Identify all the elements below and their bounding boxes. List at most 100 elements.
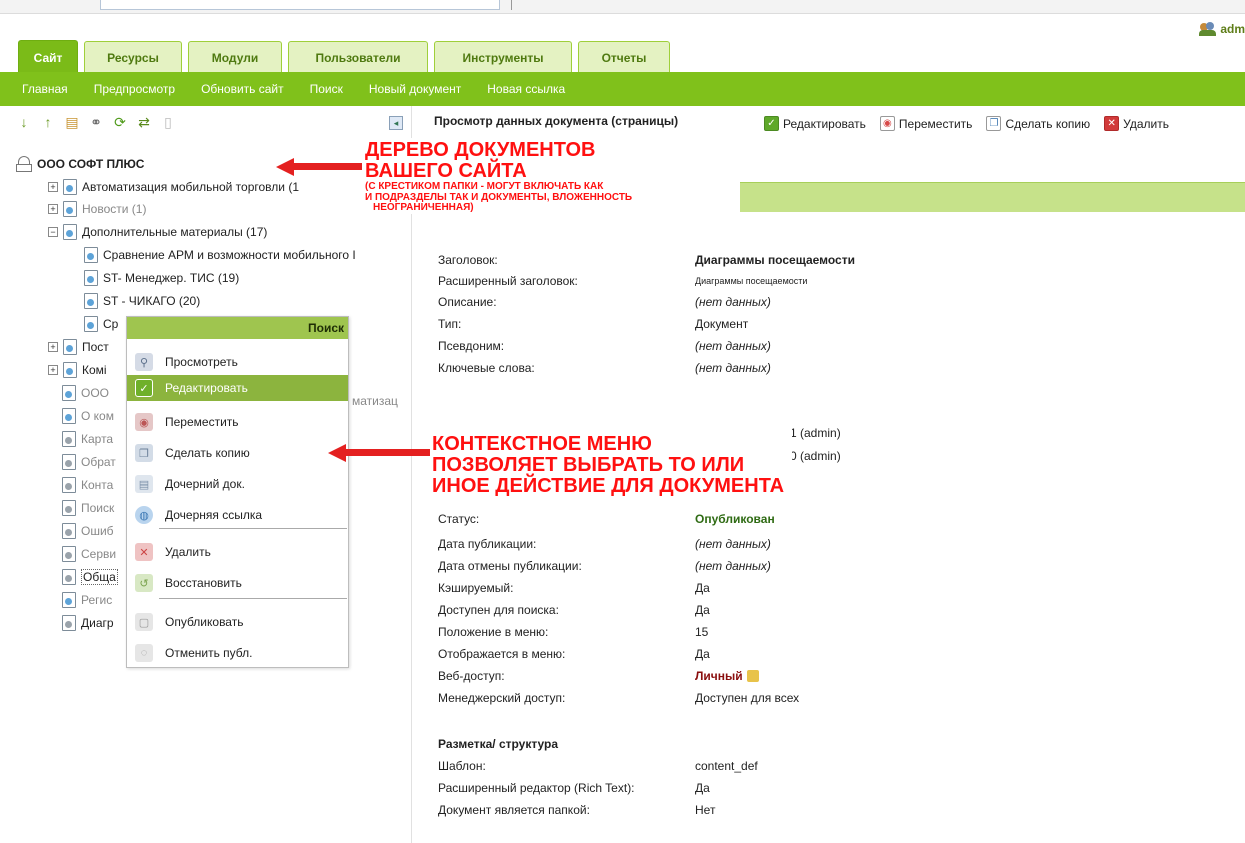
tree-item[interactable]: + Пост [48,337,109,357]
menu-item-view[interactable]: ⚲ Просмотреть [127,349,348,375]
tree-toolbar: ↓ ↑ ▤ ⚭ ⟳ ⇄ ▯ [16,114,176,131]
subnav-home[interactable]: Главная [22,82,68,96]
new-link-icon[interactable]: ⚭ [88,114,104,130]
field-keywords: Ключевые слова: (нет данных) [438,361,771,375]
user-box[interactable]: adm [1199,20,1245,38]
menu-item-move[interactable]: ◉ Переместить [127,409,348,435]
tree-item[interactable]: + Новости (1) [48,199,146,219]
tab-modules[interactable]: Модули [188,41,282,74]
tree-item[interactable]: + Комі [48,360,107,380]
hide-panel-icon[interactable]: ◂ [389,116,403,130]
tree-item[interactable]: ST - ЧИКАГО (20) [84,291,200,311]
field-template: Шаблон: content_def [438,759,758,773]
tree-item[interactable]: Обрат [62,452,116,472]
tree-item[interactable]: Поиск [62,498,114,518]
document-icon [84,293,98,309]
sort-icon[interactable]: ⇄ [136,114,152,130]
collapse-up-arrow-icon[interactable]: ↑ [40,114,56,130]
context-menu: Поиск ⚲ Просмотреть ✓ Редактировать ◉ Пе… [126,316,349,668]
edit-button[interactable]: ✓ Редактировать [764,116,866,131]
expand-icon[interactable]: + [48,204,58,214]
subnav-preview[interactable]: Предпросмотр [94,82,175,96]
tree-item[interactable]: Сравнение АРМ и возможности мобильного I [84,245,356,265]
move-button[interactable]: ◉ Переместить [879,116,972,131]
annotation-tree: ДЕРЕВО ДОКУМЕНТОВ ВАШЕГО САЙТА (С КРЕСТИ… [363,138,637,214]
copy-button[interactable]: ❐ Сделать копию [986,116,1090,131]
tree-item-label: ST- Менеджер. ТИС (19) [103,271,240,285]
menu-separator [159,598,347,599]
menu-item-publish[interactable]: ▢ Опубликовать [127,609,348,635]
menu-item-child-link[interactable]: ◍ Дочерняя ссылка [127,502,348,528]
browser-top-bar [0,0,1245,14]
tab-site[interactable]: Сайт [18,40,78,74]
menu-item-delete[interactable]: ✕ Удалить [127,539,348,565]
tree-item[interactable]: Серви [62,544,116,564]
magnifier-icon: ⚲ [135,353,153,371]
refresh-icon[interactable]: ⟳ [112,114,128,130]
tab-users[interactable]: Пользователи [288,41,428,74]
globe-icon: ◍ [135,506,153,524]
menu-item-copy[interactable]: ❐ Сделать копию [127,440,348,466]
tree-item[interactable]: Диагр [62,613,114,633]
user-name[interactable]: adm [1220,22,1245,36]
tree-item-label: Пост [82,340,109,354]
field-long-title: Расширенный заголовок: Диаграммы посещаем… [438,274,808,288]
sub-navigation: Главная Предпросмотр Обновить сайт Поиск… [0,72,1245,106]
toolbar-separator [511,0,512,10]
document-icon [84,316,98,332]
menu-item-restore[interactable]: ↺ Восстановить [127,570,348,596]
site-root-icon [16,156,32,172]
tree-root[interactable]: ООО СОФТ ПЛЮС [16,154,144,174]
menu-item-unpublish[interactable]: ◌ Отменить публ. [127,640,348,666]
tree-item[interactable]: Ср [84,314,118,334]
menu-item-child-document[interactable]: ▤ Дочерний док. [127,471,348,497]
child-doc-icon: ▤ [135,475,153,493]
expand-icon[interactable]: + [48,365,58,375]
document-icon [62,408,76,424]
tree-item[interactable]: Карта [62,429,113,449]
address-bar[interactable] [100,0,500,10]
field-type: Тип: Документ [438,317,749,331]
folder-document-icon [63,179,77,195]
tree-item-label: Сравнение АРМ и возможности мобильного I [103,248,356,262]
tree-item[interactable]: ООО [62,383,109,403]
context-menu-search-header[interactable]: Поиск [127,317,348,339]
tree-item-label: Ошиб [81,524,114,538]
tree-item[interactable]: Ошиб [62,521,114,541]
collapse-icon[interactable]: − [48,227,58,237]
trash-icon[interactable]: ▯ [160,114,176,130]
document-icon [62,615,76,631]
subnav-search[interactable]: Поиск [310,82,343,96]
tree-item[interactable]: − Дополнительные материалы (17) [48,222,267,242]
menu-separator [159,528,347,529]
subnav-new-document[interactable]: Новый документ [369,82,461,96]
tree-item[interactable]: Обща [62,567,118,587]
expand-down-arrow-icon[interactable]: ↓ [16,114,32,130]
tree-item[interactable]: О ком [62,406,114,426]
folder-document-icon [63,224,77,240]
subnav-refresh-site[interactable]: Обновить сайт [201,82,284,96]
annotation-arrow-head [276,158,294,176]
field-searchable: Доступен для поиска: Да [438,603,710,617]
tree-item[interactable]: Конта [62,475,113,495]
tree-item[interactable]: ST- Менеджер. ТИС (19) [84,268,239,288]
tree-item[interactable]: + Автоматизация мобильной торговли (1 [48,177,299,197]
tree-item-label: Новости (1) [82,202,147,216]
restore-icon: ↺ [135,574,153,592]
field-manager-access: Менеджерский доступ: Доступен для всех [438,691,800,705]
expand-icon[interactable]: + [48,182,58,192]
tree-item-label: ST - ЧИКАГО (20) [103,294,201,308]
page-title: Просмотр данных документа (страницы) [434,114,679,128]
tab-reports[interactable]: Отчеты [578,41,670,74]
menu-item-edit[interactable]: ✓ Редактировать [127,375,348,401]
delete-button[interactable]: ✕ Удалить [1104,116,1169,131]
copy-icon: ❐ [135,444,153,462]
tab-tools[interactable]: Инструменты [434,41,572,74]
new-document-icon[interactable]: ▤ [64,114,80,130]
expand-icon[interactable]: + [48,342,58,352]
tab-resources[interactable]: Ресурсы [84,41,182,74]
document-icon [62,385,76,401]
subnav-new-link[interactable]: Новая ссылка [487,82,565,96]
document-actions: ✓ Редактировать ◉ Переместить ❐ Сделать … [764,116,1179,131]
tree-item[interactable]: Регис [62,590,112,610]
